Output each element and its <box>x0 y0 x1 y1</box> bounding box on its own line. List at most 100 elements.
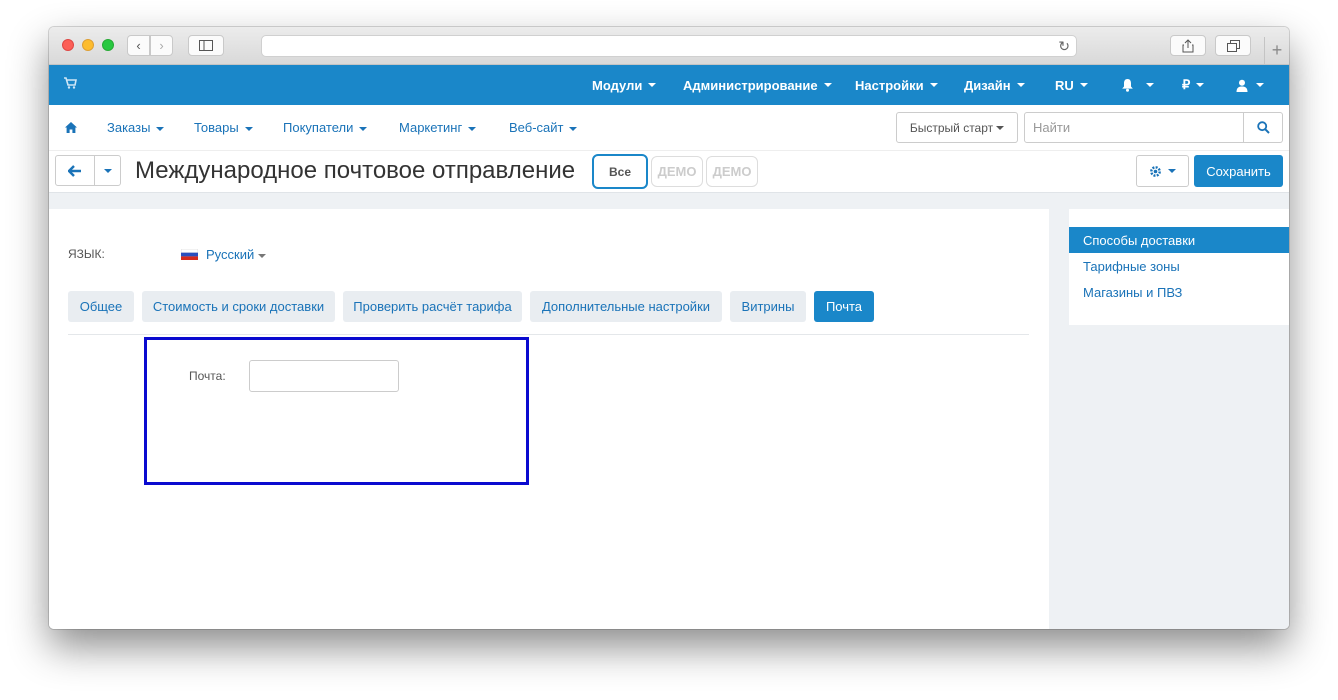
nav-customers-label: Покупатели <box>283 120 354 135</box>
page-title: Международное почтовое отправление <box>135 157 576 184</box>
menu-modules-label: Модули <box>592 77 643 93</box>
menu-settings-label: Настройки <box>855 77 924 93</box>
caret-down-icon <box>156 126 165 131</box>
nav-products[interactable]: Товары <box>194 120 253 135</box>
caret-down-icon <box>103 168 112 173</box>
sidebar-item-tariff-zones[interactable]: Тарифные зоны <box>1069 253 1289 279</box>
back-button[interactable] <box>55 155 95 186</box>
nav-customers[interactable]: Покупатели <box>283 120 368 135</box>
new-tab-button[interactable]: + <box>1264 37 1289 64</box>
home-icon[interactable] <box>64 121 78 134</box>
chevron-right-icon: › <box>159 38 164 53</box>
nav-marketing[interactable]: Маркетинг <box>399 120 477 135</box>
tabs-icon <box>1226 39 1240 52</box>
tab-cost-terms-label: Стоимость и сроки доставки <box>152 299 325 314</box>
browser-back-button[interactable]: ‹ <box>127 35 150 56</box>
cart-icon[interactable] <box>63 76 77 90</box>
share-icon <box>1182 38 1194 52</box>
tab-check-tariff[interactable]: Проверить расчёт тарифа <box>343 291 522 322</box>
nav-marketing-label: Маркетинг <box>399 120 463 135</box>
tab-storefronts-label: Витрины <box>741 299 795 314</box>
sidebar-item-stores-pickup[interactable]: Магазины и ПВЗ <box>1069 279 1289 305</box>
language-select[interactable]: Русский <box>206 247 267 262</box>
caret-down-icon <box>258 253 267 258</box>
caret-down-icon <box>996 125 1005 130</box>
minimize-window-button[interactable] <box>82 39 94 51</box>
share-button[interactable] <box>1170 35 1206 56</box>
user-icon <box>1236 79 1248 92</box>
tab-general-label: Общее <box>79 299 123 314</box>
settings-menu-button[interactable] <box>1136 155 1189 187</box>
sidebar-item-label: Магазины и ПВЗ <box>1083 284 1183 300</box>
menu-currency-label: ₽ <box>1182 77 1191 92</box>
nav-orders[interactable]: Заказы <box>107 120 165 135</box>
store-filter-demo-1[interactable]: ДЕМО <box>651 156 703 187</box>
edit-panel: ЯЗЫК: Русский Общее Стоимость и сроки до… <box>49 209 1049 629</box>
tab-mail[interactable]: Почта <box>814 291 874 322</box>
menu-administration[interactable]: Администрирование <box>683 65 832 105</box>
tab-additional-settings-label: Дополнительные настройки <box>541 299 711 314</box>
plus-icon: + <box>1271 40 1283 60</box>
back-menu-button[interactable] <box>94 155 121 186</box>
menu-settings[interactable]: Настройки <box>855 65 938 105</box>
sidebar-item-label: Тарифные зоны <box>1083 258 1180 274</box>
caret-down-icon <box>648 83 657 87</box>
menu-currency[interactable]: ₽ <box>1182 65 1205 105</box>
tab-additional-settings[interactable]: Дополнительные настройки <box>530 291 722 322</box>
page-header: Международное почтовое отправление Все Д… <box>49 151 1289 193</box>
quick-start-button[interactable]: Быстрый старт <box>896 112 1018 143</box>
menu-user[interactable] <box>1236 65 1264 105</box>
search-input[interactable]: Найти <box>1024 112 1244 143</box>
nav-website[interactable]: Веб-сайт <box>509 120 578 135</box>
search-button[interactable] <box>1244 112 1283 143</box>
menu-language-label: RU <box>1055 77 1074 93</box>
menu-design[interactable]: Дизайн <box>964 65 1025 105</box>
tab-storefronts[interactable]: Витрины <box>730 291 806 322</box>
reload-icon[interactable]: ↻ <box>1058 38 1070 55</box>
language-select-value: Русский <box>206 247 255 262</box>
browser-toolbar: ‹ › ↻ + <box>49 27 1289 65</box>
store-filter-all-label: Все <box>608 164 631 179</box>
admin-topbar: Модули Администрирование Настройки Дизай… <box>49 65 1289 105</box>
sidebar-item-label: Способы доставки <box>1083 232 1196 248</box>
menu-design-label: Дизайн <box>964 77 1011 93</box>
nav-orders-label: Заказы <box>107 120 151 135</box>
zoom-window-button[interactable] <box>102 39 114 51</box>
menu-administration-label: Администрирование <box>683 77 818 93</box>
browser-window: ‹ › ↻ + Модули Администрирование Настрой… <box>49 27 1289 629</box>
menu-notifications[interactable] <box>1121 65 1154 105</box>
content-area: ЯЗЫК: Русский Общее Стоимость и сроки до… <box>49 193 1289 629</box>
tabs-overview-button[interactable] <box>1215 35 1251 56</box>
quick-start-label: Быстрый старт <box>909 120 994 135</box>
close-window-button[interactable] <box>62 39 74 51</box>
nav-products-label: Товары <box>194 120 239 135</box>
caret-down-icon <box>823 83 832 87</box>
main-nav: Заказы Товары Покупатели Маркетинг Веб-с… <box>49 105 1289 151</box>
caret-down-icon <box>1079 83 1088 87</box>
sidebar-toggle-button[interactable] <box>188 35 224 56</box>
divider <box>68 334 1029 335</box>
caret-down-icon <box>1016 83 1025 87</box>
save-button[interactable]: Сохранить <box>1194 155 1283 187</box>
tab-general[interactable]: Общее <box>68 291 134 322</box>
store-filter-demo-1-label: ДЕМО <box>657 164 697 179</box>
arrow-left-icon <box>68 164 81 177</box>
tab-cost-terms[interactable]: Стоимость и сроки доставки <box>142 291 335 322</box>
caret-down-icon <box>1196 83 1205 87</box>
settings-sidebar: Способы доставки Тарифные зоны Магазины … <box>1069 209 1289 325</box>
sidebar-icon <box>199 40 213 51</box>
address-bar[interactable]: ↻ <box>261 35 1077 57</box>
store-filter-all[interactable]: Все <box>592 154 648 189</box>
menu-modules[interactable]: Модули <box>592 65 657 105</box>
caret-down-icon <box>1146 83 1154 87</box>
caret-down-icon <box>929 83 938 87</box>
caret-down-icon <box>468 126 477 131</box>
search-placeholder: Найти <box>1033 120 1071 135</box>
nav-website-label: Веб-сайт <box>509 120 564 135</box>
sidebar-item-delivery-methods[interactable]: Способы доставки <box>1069 227 1289 253</box>
store-filter-demo-2[interactable]: ДЕМО <box>706 156 758 187</box>
tab-check-tariff-label: Проверить расчёт тарифа <box>353 299 512 314</box>
menu-language[interactable]: RU <box>1055 65 1088 105</box>
browser-forward-button[interactable]: › <box>150 35 173 56</box>
caret-down-icon <box>569 126 578 131</box>
